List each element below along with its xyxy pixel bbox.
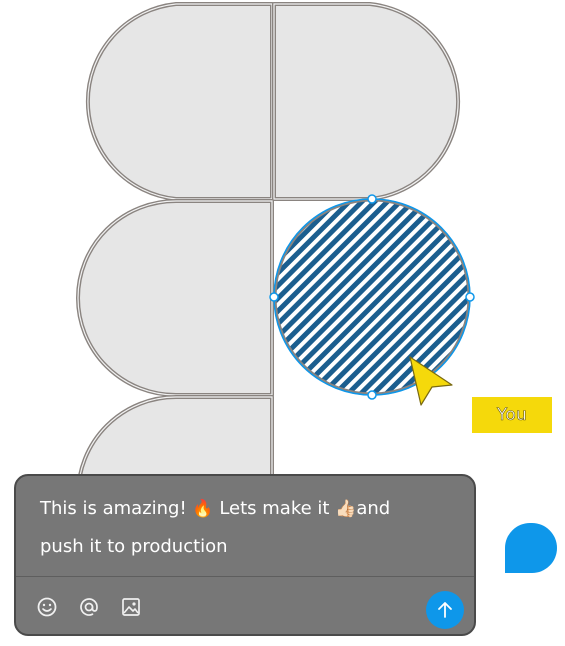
- middle-left-shape[interactable]: [76, 199, 274, 397]
- comment-text[interactable]: This is amazing! 🔥 Lets make it 👍🏻and pu…: [40, 490, 460, 566]
- collaborator-cursor-label: You: [472, 397, 552, 433]
- send-button[interactable]: [426, 591, 464, 629]
- selected-circle-shape[interactable]: [273, 198, 471, 396]
- fire-emoji: 🔥: [192, 499, 214, 519]
- image-icon[interactable]: [120, 596, 142, 618]
- comment-line-1: This is amazing! 🔥 Lets make it 👍🏻and: [40, 498, 391, 519]
- smiley-icon[interactable]: [36, 596, 58, 618]
- selection-handle-bottom[interactable]: [367, 390, 377, 400]
- selection-handle-left[interactable]: [269, 292, 279, 302]
- thumbs-up-emoji: 👍🏻: [335, 499, 357, 519]
- comment-divider: [16, 576, 474, 577]
- comment-card: This is amazing! 🔥 Lets make it 👍🏻and pu…: [14, 474, 476, 636]
- comment-pin-icon[interactable]: [505, 523, 557, 573]
- at-sign-icon[interactable]: [78, 596, 100, 618]
- arrow-up-icon: [438, 602, 452, 618]
- selection-handle-top[interactable]: [367, 194, 377, 204]
- comment-line-2: push it to production: [40, 536, 228, 557]
- selection-handle-right[interactable]: [465, 292, 475, 302]
